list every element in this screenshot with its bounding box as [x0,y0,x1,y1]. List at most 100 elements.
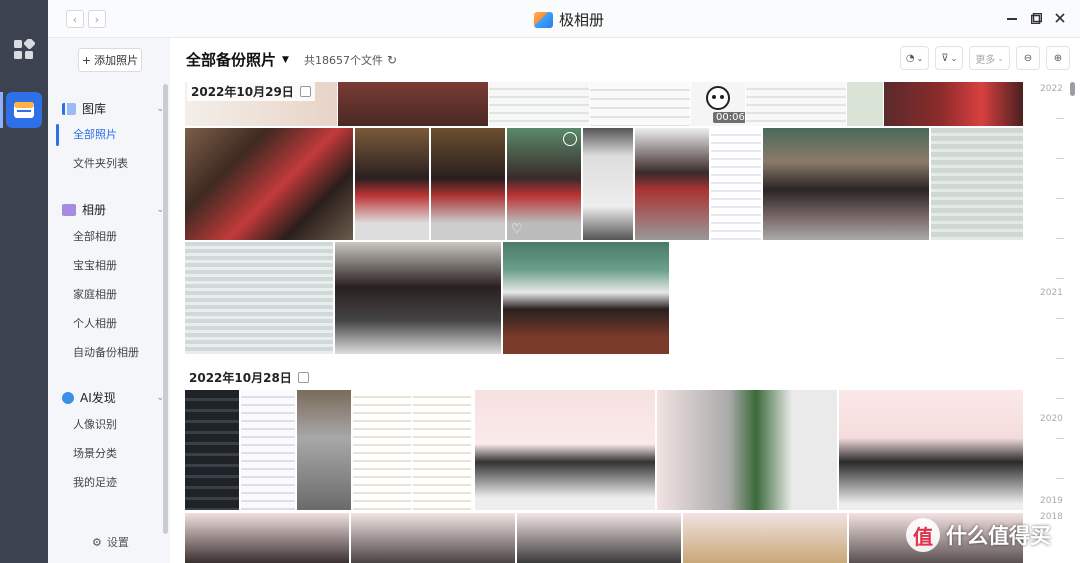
left-rail [0,0,48,563]
photo-thumbnail[interactable] [657,390,837,510]
zoom-in-button[interactable]: ⊕ [1046,46,1070,70]
forward-button[interactable]: › [88,10,106,28]
timeline-year[interactable]: 2019 [1040,496,1063,506]
date-group-header: 2022年10月29日 [187,82,315,101]
section-library[interactable]: 图库 ⌄ [62,100,164,117]
restore-icon[interactable] [1030,12,1042,24]
toolbar: ◔ ⌄ ⊽ ⌄ 更多 ⌄ ⊖ ⊕ [899,46,1070,70]
timeline-scrollbar[interactable] [1070,82,1075,96]
chevron-down-icon: ⌄ [997,53,1004,63]
watermark-text: 什么值得买 [946,524,1051,548]
minimize-icon[interactable] [1006,12,1018,24]
photo-thumbnail[interactable] [241,390,295,510]
photo-thumbnail[interactable] [489,82,589,126]
plus-icon: + [81,53,92,67]
photo-thumbnail[interactable] [475,390,655,510]
app-logo-icon [534,11,553,28]
photo-thumbnail[interactable] [185,390,239,510]
sidebar-item-all-albums[interactable]: 全部相册 [73,228,117,246]
sidebar-item-folder-list[interactable]: 文件夹列表 [73,155,128,173]
album-app-icon[interactable] [6,92,42,128]
photo-thumbnail[interactable] [931,128,1023,240]
photo-thumbnail[interactable] [517,513,681,563]
gear-icon: ⚙ [92,535,102,549]
photo-thumbnail[interactable] [683,513,847,563]
album-icon [62,203,76,216]
photo-thumbnail[interactable] [635,128,709,240]
chevron-down-icon: ⌄ [950,53,958,63]
more-button[interactable]: 更多 ⌄ [969,46,1010,70]
sidebar-item-personal-album[interactable]: 个人相册 [73,315,117,333]
timeline-tick [1056,358,1064,359]
timeline-year[interactable]: 2022 [1040,84,1063,94]
timeline-tick [1056,398,1064,399]
sidebar-item-all-photos[interactable]: 全部照片 [73,126,117,144]
photo-thumbnail[interactable] [355,128,429,240]
photo-thumbnail[interactable] [353,390,411,510]
photo-thumbnail[interactable] [338,82,488,126]
photo-thumbnail[interactable] [431,128,505,240]
settings-button[interactable]: ⚙ 设置 [92,534,129,550]
photo-thumbnail[interactable] [711,128,761,240]
photo-thumbnail[interactable] [583,128,633,240]
sidebar-item-family-album[interactable]: 家庭相册 [73,286,117,304]
sidebar-item-face-recognition[interactable]: 人像识别 [73,416,117,434]
photo-thumbnail[interactable] [884,82,1023,126]
window-title: 极相册 [559,11,605,29]
sort-button[interactable]: ◔ ⌄ [899,46,930,70]
photo-thumbnail[interactable] [590,82,690,126]
sidebar-item-auto-backup-album[interactable]: 自动备份相册 [73,344,139,362]
add-photo-button[interactable]: + 添加照片 [78,48,142,72]
zoom-out-button[interactable]: ⊖ [1016,46,1040,70]
back-button[interactable]: ‹ [66,10,84,28]
clock-icon: ◔ [905,52,915,64]
section-ai[interactable]: AI发现 ⌄ [62,389,164,406]
filter-button[interactable]: ⊽ ⌄ [935,46,964,70]
timeline-tick [1056,438,1064,439]
section-albums[interactable]: 相册 ⌄ [62,201,164,218]
title-bar: ‹ › 极相册 [48,0,1080,38]
select-group-checkbox[interactable] [299,86,311,97]
section-library-label: 图库 [82,102,107,116]
sidebar-item-baby-album[interactable]: 宝宝相册 [73,257,117,275]
photo-thumbnail[interactable] [297,390,351,510]
caret-down-icon: ▼ [282,54,289,65]
timeline-year[interactable]: 2021 [1040,288,1063,298]
heart-icon[interactable]: ♡ [511,222,523,237]
watermark-logo: 值 [906,518,940,552]
select-group-checkbox[interactable] [297,372,309,383]
photo-thumbnail[interactable] [335,242,501,354]
refresh-icon[interactable]: ↻ [387,53,397,67]
timeline-tick [1056,198,1064,199]
timeline-tick [1056,278,1064,279]
filter-icon: ⊽ [941,52,949,64]
close-icon[interactable] [1054,12,1066,24]
zoom-in-icon: ⊕ [1053,52,1063,64]
photo-thumbnail[interactable] [413,390,471,510]
photo-thumbnail[interactable] [185,513,349,563]
date-label: 2022年10月28日 [189,371,292,385]
photo-thumbnail[interactable] [763,128,929,240]
timeline-year[interactable]: 2020 [1040,414,1063,424]
timeline-scrubber[interactable]: 2022 2021 2020 2019 2018 [1030,80,1076,563]
sidebar-item-my-footprints[interactable]: 我的足迹 [73,474,117,492]
photo-thumbnail[interactable] [746,82,846,126]
photo-thumbnail[interactable] [185,242,333,354]
ai-icon [62,391,74,404]
active-indicator [56,124,59,146]
photo-thumbnail[interactable] [503,242,669,354]
sidebar-item-scene-category[interactable]: 场景分类 [73,445,117,463]
sidebar: + 添加照片 图库 ⌄ 全部照片 文件夹列表 相册 ⌄ 全部相册 宝宝相册 家庭… [48,38,170,563]
video-thumbnail[interactable]: 00:06 [691,82,745,126]
select-circle[interactable] [563,132,577,146]
photo-thumbnail[interactable]: ♡ [507,128,581,240]
page-title-dropdown[interactable]: 全部备份照片 ▼ [186,49,289,70]
apps-grid-icon[interactable] [6,32,42,68]
photo-thumbnail[interactable] [839,390,1023,510]
date-label: 2022年10月29日 [191,85,294,99]
photo-thumbnail[interactable] [351,513,515,563]
video-duration: 00:06 [713,112,745,123]
sidebar-scrollbar[interactable] [163,84,168,534]
photo-thumbnail[interactable] [847,82,883,126]
photo-thumbnail[interactable] [185,128,353,240]
